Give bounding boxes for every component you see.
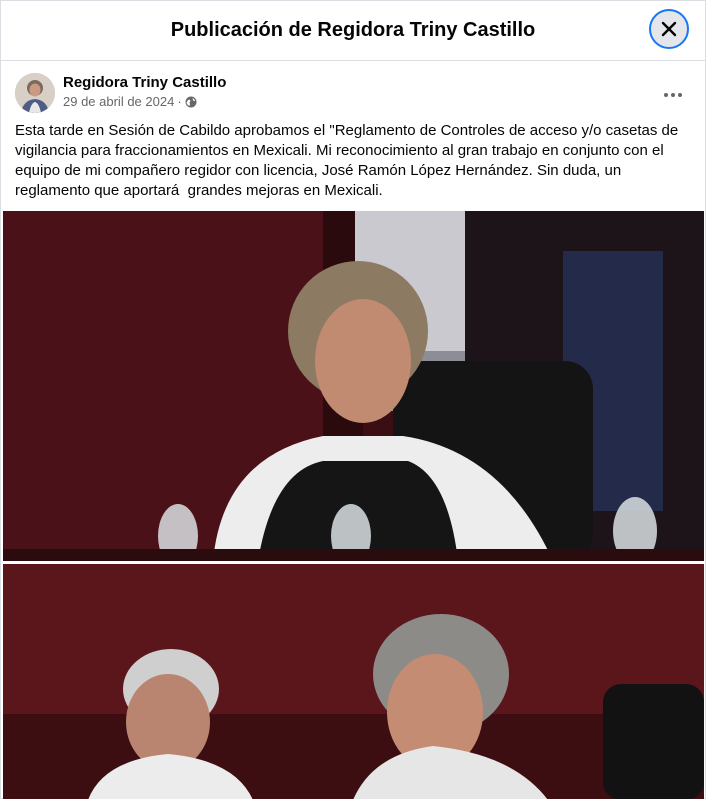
post-meta: 29 de abril de 2024 · bbox=[63, 94, 197, 109]
post-text: Esta tarde en Sesión de Cabildo aprobamo… bbox=[15, 122, 679, 199]
more-dot bbox=[678, 93, 682, 97]
more-options-button[interactable] bbox=[655, 77, 691, 113]
post-header: Regidora Triny Castillo 29 de abril de 2… bbox=[15, 73, 691, 113]
dialog-header: Publicación de Regidora Triny Castillo bbox=[1, 1, 705, 61]
photo-1-image bbox=[3, 211, 704, 561]
meta-separator: · bbox=[177, 94, 182, 109]
more-dot bbox=[671, 93, 675, 97]
post-photo-1[interactable] bbox=[3, 211, 704, 561]
dialog-title: Publicación de Regidora Triny Castillo bbox=[170, 19, 536, 41]
photo-2-image bbox=[3, 564, 704, 799]
avatar[interactable] bbox=[15, 73, 55, 113]
post-date[interactable]: 29 de abril de 2024 bbox=[63, 94, 174, 109]
post-photo-2[interactable] bbox=[3, 564, 704, 799]
close-button[interactable] bbox=[649, 9, 689, 49]
globe-icon bbox=[185, 96, 197, 107]
close-icon bbox=[661, 21, 677, 37]
post-dialog: Publicación de Regidora Triny Castillo R… bbox=[0, 0, 706, 799]
author-name[interactable]: Regidora Triny Castillo bbox=[63, 74, 226, 91]
more-dot bbox=[664, 93, 668, 97]
